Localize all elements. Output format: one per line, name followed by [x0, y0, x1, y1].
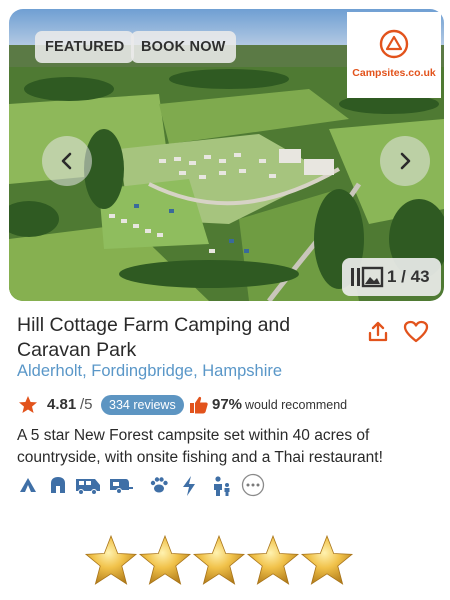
book-now-button[interactable]: BOOK NOW	[131, 31, 236, 63]
photo-count: 1 / 43	[387, 267, 430, 286]
more-icon[interactable]	[241, 473, 265, 502]
caravan-icon	[108, 475, 134, 500]
electric-hookup-icon	[180, 475, 198, 502]
rating-score: 4.81	[47, 396, 77, 413]
campsite-title[interactable]: Hill Cottage Farm Camping and Caravan Pa…	[17, 313, 357, 363]
gold-star-icon	[300, 534, 354, 593]
chevron-left-icon	[61, 152, 72, 170]
amenities-row	[18, 473, 278, 500]
previous-photo-button[interactable]	[42, 136, 92, 186]
gold-star-icon	[138, 534, 192, 593]
rating-row: 4.81 /5 334 reviews 97% would recommend	[18, 394, 438, 416]
campsites-logo-icon	[379, 29, 409, 59]
glamping-pod-icon	[49, 475, 67, 500]
motorhome-icon	[75, 475, 101, 500]
gold-star-icon	[246, 534, 300, 593]
recommend-percent: 97%	[212, 396, 243, 413]
favourite-heart-icon[interactable]	[403, 320, 429, 344]
next-photo-button[interactable]	[380, 136, 430, 186]
campsite-description: A 5 star New Forest campsite set within …	[17, 427, 383, 466]
photo-gallery-counter[interactable]: 1 / 43	[342, 258, 441, 296]
share-icon[interactable]	[366, 320, 390, 344]
pet-paw-icon	[149, 475, 169, 500]
gold-star-icon	[84, 534, 138, 593]
star-rating	[84, 534, 354, 590]
campsites-logo: Campsites.co.uk	[347, 12, 441, 98]
campsite-location[interactable]: Alderholt, Fordingbridge, Hampshire	[17, 362, 282, 381]
featured-badge: FEATURED	[35, 31, 135, 63]
recommend-label: would recommend	[245, 398, 348, 412]
logo-text: Campsites.co.uk	[352, 67, 436, 79]
reviews-badge[interactable]: 334 reviews	[101, 395, 184, 415]
chevron-right-icon	[400, 152, 411, 170]
family-icon	[210, 475, 232, 502]
thumbs-up-icon	[190, 396, 208, 414]
star-icon	[19, 396, 37, 413]
gallery-icon	[351, 266, 384, 288]
gold-star-icon	[192, 534, 246, 593]
tent-icon	[18, 475, 38, 500]
rating-out-of: /5	[80, 396, 93, 413]
